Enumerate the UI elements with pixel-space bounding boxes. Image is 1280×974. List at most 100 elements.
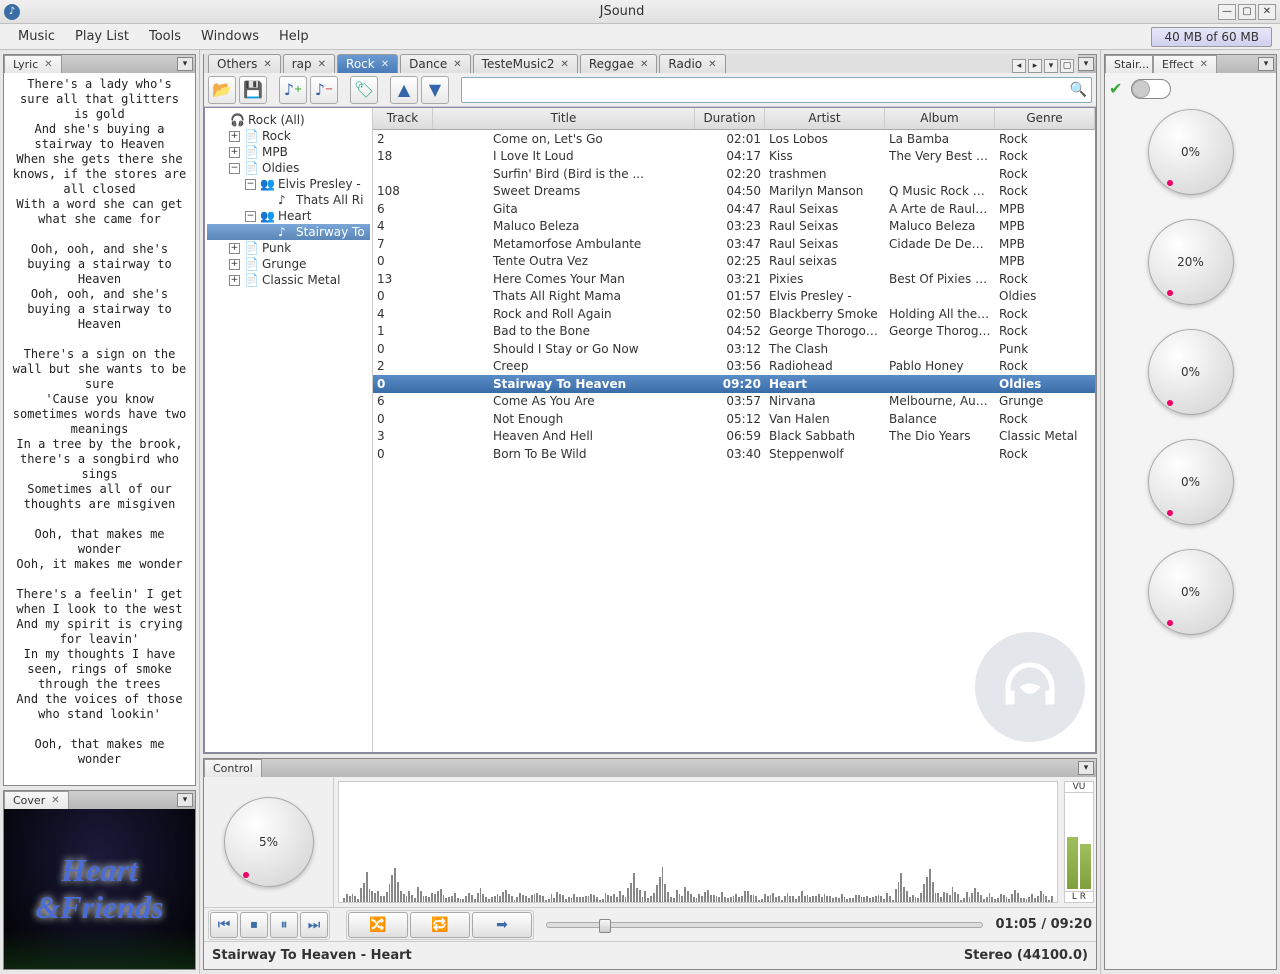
column-duration[interactable]: Duration — [695, 108, 765, 129]
effect-knob[interactable]: 0% — [1148, 439, 1234, 525]
lyric-tab-label[interactable]: Lyric — [13, 58, 38, 71]
tab-list-button[interactable]: ▾ — [1044, 59, 1058, 73]
table-row[interactable]: 3Heaven And Hell06:59Black SabbathThe Di… — [373, 428, 1095, 446]
panel-minimize-button[interactable]: ▾ — [1078, 761, 1094, 775]
minimize-button[interactable]: — — [1218, 4, 1236, 20]
tree-node[interactable]: −👥Heart — [207, 208, 370, 224]
table-row[interactable]: 6Come As You Are03:57NirvanaMelbourne, A… — [373, 393, 1095, 411]
maximize-button[interactable]: ▢ — [1238, 4, 1256, 20]
table-row[interactable]: 13Here Comes Your Man03:21PixiesBest Of … — [373, 270, 1095, 288]
table-row[interactable]: 4Rock and Roll Again02:50Blackberry Smok… — [373, 305, 1095, 323]
sort-down-button[interactable]: ▼ — [421, 76, 449, 104]
effect-knob[interactable]: 20% — [1148, 219, 1234, 305]
search-icon[interactable]: 🔍 — [1070, 82, 1087, 98]
tree-node[interactable]: +📄Rock — [207, 128, 370, 144]
table-row[interactable]: 0Born To Be Wild03:40SteppenwolfRock — [373, 445, 1095, 463]
search-input[interactable] — [466, 83, 1070, 97]
tree-node[interactable]: −📄Oldies — [207, 160, 370, 176]
playlist-tab[interactable]: Reggae✕ — [580, 54, 658, 73]
column-album[interactable]: Album — [885, 108, 995, 129]
save-button[interactable]: 💾 — [239, 76, 267, 104]
table-row[interactable]: 2Creep03:56RadioheadPablo HoneyRock — [373, 358, 1095, 376]
table-row[interactable]: 6Gita04:47Raul SeixasA Arte de Raul S...… — [373, 200, 1095, 218]
close-icon[interactable]: ✕ — [263, 59, 271, 70]
playlist-tab[interactable]: Others✕ — [208, 54, 281, 73]
tree-node[interactable]: +📄Punk — [207, 240, 370, 256]
menu-tools[interactable]: Tools — [139, 25, 191, 48]
menu-music[interactable]: Music — [8, 25, 65, 48]
tree-node[interactable]: −👥Elvis Presley - — [207, 176, 370, 192]
tree-expander[interactable]: + — [229, 131, 240, 142]
tree-node[interactable]: +📄Classic Metal — [207, 272, 370, 288]
table-row[interactable]: 18I Love It Loud04:17KissThe Very Best o… — [373, 148, 1095, 166]
tree-expander[interactable]: − — [229, 163, 240, 174]
table-row[interactable]: 0Stairway To Heaven09:20HeartOldies — [373, 375, 1095, 393]
tree-node[interactable]: ♪Thats All Ri — [207, 192, 370, 208]
column-title[interactable]: Title — [433, 108, 695, 129]
tree-expander[interactable]: − — [245, 179, 256, 190]
previous-button[interactable]: ⏮ — [210, 912, 238, 938]
menu-help[interactable]: Help — [269, 25, 319, 48]
volume-knob[interactable]: 5% — [224, 797, 314, 887]
close-button[interactable]: ✕ — [1258, 4, 1276, 20]
sort-up-button[interactable]: ▲ — [390, 76, 418, 104]
tree-expander[interactable]: + — [229, 259, 240, 270]
close-icon[interactable]: ✕ — [453, 59, 461, 70]
stairway-tab-label[interactable]: Stair... — [1114, 58, 1149, 71]
tree-expander[interactable]: + — [229, 275, 240, 286]
effect-knob[interactable]: 0% — [1148, 549, 1234, 635]
effect-knob[interactable]: 0% — [1148, 109, 1234, 195]
close-icon[interactable]: ✕ — [560, 59, 568, 70]
effect-tab-label[interactable]: Effect — [1162, 58, 1194, 71]
close-icon[interactable]: ✕ — [51, 795, 59, 806]
table-row[interactable]: 0Thats All Right Mama01:57Elvis Presley … — [373, 288, 1095, 306]
menu-playlist[interactable]: Play List — [65, 25, 139, 48]
skip-forward-button[interactable]: ➡ — [472, 912, 532, 938]
playlist-tab[interactable]: rap✕ — [283, 54, 335, 73]
panel-minimize-button[interactable]: ▾ — [177, 57, 193, 71]
close-icon[interactable]: ✕ — [381, 59, 389, 70]
panel-minimize-button[interactable]: ▾ — [1078, 57, 1094, 71]
playlist-tab[interactable]: Radio✕ — [659, 54, 725, 73]
remove-music-button[interactable]: ♪− — [310, 76, 338, 104]
effect-knob[interactable]: 0% — [1148, 329, 1234, 415]
tab-scroll-right-button[interactable]: ▸ — [1028, 59, 1042, 73]
tree-expander[interactable]: + — [229, 243, 240, 254]
next-button[interactable]: ⏭ — [300, 912, 328, 938]
table-row[interactable]: 4Maluco Beleza03:23Raul SeixasMaluco Bel… — [373, 218, 1095, 236]
tree-node[interactable]: 🎧Rock (All) — [207, 112, 370, 128]
shuffle-button[interactable]: 🔀 — [348, 912, 408, 938]
playlist-tab[interactable]: Dance✕ — [400, 54, 471, 73]
tree-node[interactable]: +📄MPB — [207, 144, 370, 160]
close-icon[interactable]: ✕ — [44, 59, 52, 70]
menu-windows[interactable]: Windows — [191, 25, 269, 48]
table-row[interactable]: 1Bad to the Bone04:52George Thorogoo...G… — [373, 323, 1095, 341]
column-artist[interactable]: Artist — [765, 108, 885, 129]
tab-scroll-left-button[interactable]: ◂ — [1012, 59, 1026, 73]
table-row[interactable]: 0Should I Stay or Go Now03:12The ClashPu… — [373, 340, 1095, 358]
table-row[interactable]: 0Not Enough05:12Van HalenBalanceRock — [373, 410, 1095, 428]
table-row[interactable]: 7Metamorfose Ambulante03:47Raul SeixasCi… — [373, 235, 1095, 253]
tree-node[interactable]: ♪Stairway To — [207, 224, 370, 240]
tab-maximize-button[interactable]: ▢ — [1060, 59, 1074, 73]
table-row[interactable]: 0Tente Outra Vez02:25Raul seixasMPB — [373, 253, 1095, 271]
repeat-button[interactable]: 🔁 — [410, 912, 470, 938]
table-row[interactable]: 2Come on, Let's Go02:01Los LobosLa Bamba… — [373, 130, 1095, 148]
tree-expander[interactable]: − — [245, 211, 256, 222]
table-row[interactable]: 108Sweet Dreams04:50Marilyn MansonQ Musi… — [373, 183, 1095, 201]
seek-slider[interactable] — [546, 922, 983, 928]
tree-expander[interactable]: + — [229, 147, 240, 158]
playlist-tab[interactable]: TesteMusic2✕ — [473, 54, 578, 73]
panel-minimize-button[interactable]: ▾ — [1258, 57, 1274, 71]
close-icon[interactable]: ✕ — [708, 59, 716, 70]
panel-minimize-button[interactable]: ▾ — [177, 793, 193, 807]
add-music-button[interactable]: ♪+ — [279, 76, 307, 104]
tree-node[interactable]: +📄Grunge — [207, 256, 370, 272]
pause-button[interactable]: ⏸ — [270, 912, 298, 938]
close-icon[interactable]: ✕ — [1200, 59, 1208, 70]
control-tab-label[interactable]: Control — [213, 762, 253, 775]
playlist-tab[interactable]: Rock✕ — [337, 54, 398, 73]
close-icon[interactable]: ✕ — [318, 59, 326, 70]
table-row[interactable]: Surfin' Bird (Bird is the ...02:20trashm… — [373, 165, 1095, 183]
open-button[interactable]: 📂 — [208, 76, 236, 104]
